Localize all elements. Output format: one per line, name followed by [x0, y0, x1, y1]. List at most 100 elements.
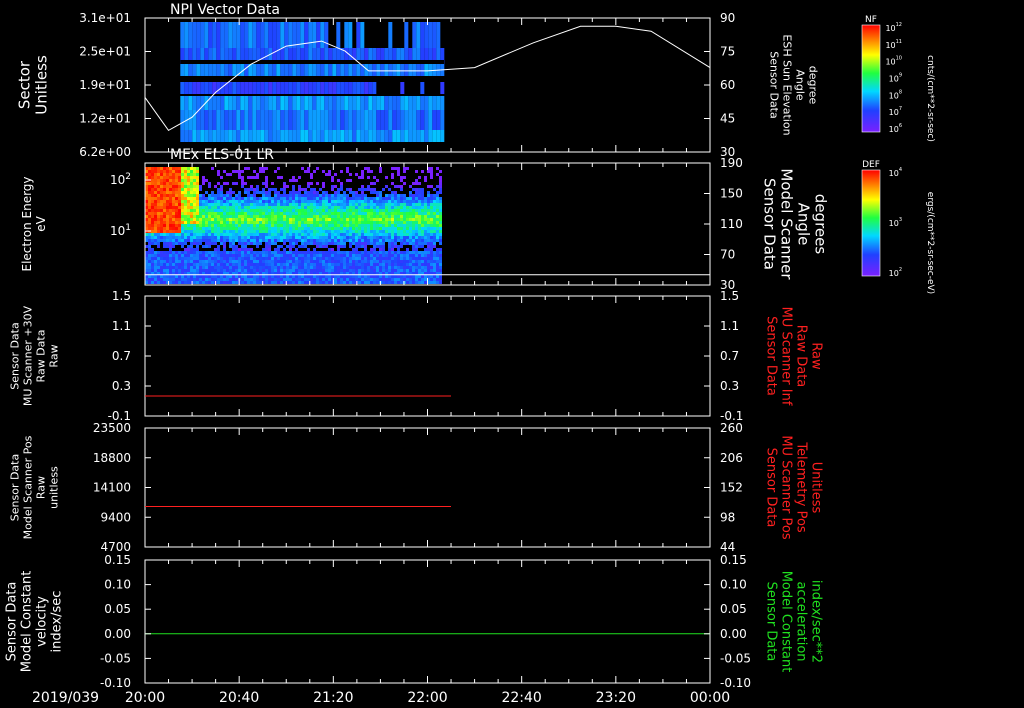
els-spectrogram-cell [439, 209, 442, 212]
els-spectrogram-cell [205, 221, 208, 224]
els-spectrogram-cell [361, 215, 364, 218]
els-spectrogram-cell [223, 221, 226, 224]
els-spectrogram-cell [337, 269, 340, 272]
els-spectrogram-cell [415, 239, 418, 242]
els-spectrogram-cell [418, 224, 421, 227]
npi-spectrogram-cell [300, 110, 305, 130]
els-spectrogram-cell [268, 203, 271, 206]
els-spectrogram-cell [184, 221, 187, 224]
els-spectrogram-cell [391, 281, 394, 284]
els-spectrogram-cell [370, 233, 373, 236]
els-spectrogram-cell [289, 248, 292, 251]
els-spectrogram-cell [295, 221, 298, 224]
els-spectrogram-cell [391, 215, 394, 218]
els-spectrogram-cell [349, 212, 352, 215]
els-spectrogram-cell [199, 269, 202, 272]
els-spectrogram-cell [349, 224, 352, 227]
els-spectrogram-cell [367, 215, 370, 218]
els-spectrogram-cell [283, 269, 286, 272]
els-spectrogram-cell [217, 212, 220, 215]
els-spectrogram-cell [388, 224, 391, 227]
els-spectrogram-cell [223, 281, 226, 284]
els-spectrogram-cell [256, 197, 259, 200]
els-spectrogram-cell [208, 254, 211, 257]
els-spectrogram-cell [304, 281, 307, 284]
left-y-tick-label: 2.5e+01 [79, 45, 131, 59]
els-spectrogram-cell [283, 233, 286, 236]
els-spectrogram-cell [235, 182, 238, 185]
els-spectrogram-cell [244, 269, 247, 272]
els-spectrogram-cell [346, 194, 349, 197]
els-spectrogram-cell [169, 188, 172, 191]
els-spectrogram-cell [280, 236, 283, 239]
els-spectrogram-cell [349, 209, 352, 212]
colorbar-gradient [861, 169, 881, 277]
els-spectrogram-cell [361, 230, 364, 233]
els-spectrogram-cell [385, 230, 388, 233]
els-spectrogram-cell [310, 239, 313, 242]
left-y-tick-label: 0.15 [104, 553, 131, 567]
els-spectrogram-cell [376, 218, 379, 221]
els-spectrogram-cell [217, 263, 220, 266]
els-spectrogram-cell [355, 263, 358, 266]
els-spectrogram-cell [403, 197, 406, 200]
els-spectrogram-cell [220, 194, 223, 197]
els-spectrogram-cell [382, 188, 385, 191]
els-spectrogram-cell [166, 179, 169, 182]
els-spectrogram-cell [394, 233, 397, 236]
els-spectrogram-cell [157, 266, 160, 269]
els-spectrogram-cell [430, 200, 433, 203]
npi-spectrogram-cell [416, 64, 421, 76]
els-spectrogram-cell [403, 269, 406, 272]
els-spectrogram-cell [154, 236, 157, 239]
els-spectrogram-cell [178, 266, 181, 269]
els-spectrogram-cell [247, 221, 250, 224]
els-spectrogram-cell [274, 230, 277, 233]
els-spectrogram-cell [313, 206, 316, 209]
els-spectrogram-cell [241, 278, 244, 281]
els-spectrogram-cell [388, 203, 391, 206]
els-spectrogram-cell [190, 173, 193, 176]
els-spectrogram-cell [340, 230, 343, 233]
els-spectrogram-cell [367, 206, 370, 209]
els-spectrogram-cell [244, 188, 247, 191]
els-spectrogram-cell [265, 233, 268, 236]
els-spectrogram-cell [235, 212, 238, 215]
els-spectrogram-cell [340, 206, 343, 209]
els-spectrogram-cell [208, 242, 211, 245]
els-spectrogram-cell [226, 257, 229, 260]
els-spectrogram-cell [238, 242, 241, 245]
npi-spectrogram-cell [416, 130, 421, 142]
els-spectrogram-cell [292, 212, 295, 215]
els-spectrogram-cell [268, 224, 271, 227]
els-spectrogram-cell [154, 266, 157, 269]
npi-spectrogram-cell [236, 110, 241, 130]
els-spectrogram-cell [229, 218, 232, 221]
els-spectrogram-cell [367, 170, 370, 173]
els-spectrogram-cell [163, 227, 166, 230]
els-spectrogram-cell [151, 200, 154, 203]
els-spectrogram-cell [220, 224, 223, 227]
els-spectrogram-cell [160, 200, 163, 203]
els-spectrogram-cell [406, 167, 409, 170]
els-spectrogram-cell [154, 191, 157, 194]
els-spectrogram-cell [163, 230, 166, 233]
els-spectrogram-cell [391, 197, 394, 200]
els-spectrogram-cell [361, 227, 364, 230]
els-spectrogram-cell [313, 254, 316, 257]
els-spectrogram-cell [427, 170, 430, 173]
els-spectrogram-cell [220, 209, 223, 212]
els-spectrogram-cell [313, 221, 316, 224]
els-spectrogram-cell [391, 278, 394, 281]
els-spectrogram-cell [394, 269, 397, 272]
els-spectrogram-cell [334, 251, 337, 254]
npi-spectrogram-cell [332, 96, 337, 110]
els-spectrogram-cell [181, 275, 184, 278]
els-spectrogram-cell [436, 263, 439, 266]
els-spectrogram-cell [169, 224, 172, 227]
els-spectrogram-cell [247, 191, 250, 194]
npi-spectrogram-cell [180, 64, 185, 76]
els-spectrogram-cell [292, 236, 295, 239]
npi-spectrogram-cell [376, 64, 381, 76]
els-spectrogram-cell [274, 227, 277, 230]
